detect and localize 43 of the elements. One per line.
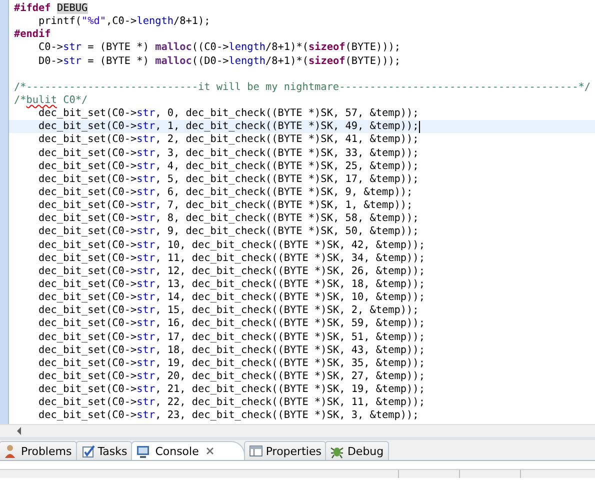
view-tab[interactable]: Problems [0, 441, 77, 460]
text-cursor [418, 120, 420, 133]
checkbox-tick-icon [80, 444, 95, 458]
view-tab[interactable]: Console [131, 441, 245, 460]
code-line: dec_bit_set(C0->str, 3, dec_bit_check((BYTE *)SK, 33, &temp)); [38, 148, 419, 159]
code-line: dec_bit_set(C0->str, 7, dec_bit_check((BYTE *)SK, 1, &temp)); [38, 200, 413, 212]
code-line: /*----------------------------it will be my nightmare---------------------------------------*/ [14, 82, 591, 93]
view-tab[interactable]: Tasks [76, 441, 132, 460]
code-line: dec_bit_set(C0->str, 9, dec_bit_check((BYTE *)SK, 50, &temp)); [38, 226, 419, 238]
table-icon [248, 444, 263, 458]
code-line: dec_bit_set(C0->str, 14, dec_bit_check((BYTE *)SK, 10, &temp)); [38, 292, 425, 304]
code-line: dec_bit_set(C0->str, 4, dec_bit_check((BYTE *)SK, 25, &temp)); [38, 160, 419, 172]
code-line: C0->str = (BYTE *) malloc((C0->length/8+1)*(sizeof(BYTE))); [38, 42, 400, 54]
code-line: dec_bit_set(C0->str, 2, dec_bit_check((BYTE *)SK, 41, &temp)); [38, 134, 419, 146]
close-icon[interactable] [206, 447, 214, 455]
code-line: dec_bit_set(C0->str, 18, dec_bit_check((BYTE *)SK, 43, &temp)); [38, 344, 425, 356]
code-line: D0->str = (BYTE *) malloc((D0->length/8+1)*(sizeof(BYTE))); [38, 56, 400, 67]
code-line: dec_bit_set(C0->str, 21, dec_bit_check((BYTE *)SK, 19, &temp)); [38, 384, 425, 396]
code-line: dec_bit_set(C0->str, 23, dec_bit_check((BYTE *)SK, 3, &temp)); [38, 410, 419, 422]
code-line: dec_bit_set(C0->str, 13, dec_bit_check((BYTE *)SK, 18, &temp)); [38, 278, 425, 290]
code-line: dec_bit_set(C0->str, 5, dec_bit_check((BYTE *)SK, 17, &temp)); [38, 174, 419, 185]
code-line: dec_bit_set(C0->str, 6, dec_bit_check((BYTE *)SK, 9, &temp)); [38, 186, 413, 198]
code-line: dec_bit_set(C0->str, 22, dec_bit_check((BYTE *)SK, 11, &temp)); [38, 397, 425, 408]
view-tab[interactable]: Properties [244, 441, 326, 460]
code-line: dec_bit_set(C0->str, 12, dec_bit_check((BYTE *)SK, 26, &temp)); [38, 266, 425, 277]
code-line: dec_bit_set(C0->str, 19, dec_bit_check((BYTE *)SK, 35, &temp)); [38, 358, 425, 369]
code-line: /*bulit C0*/ [14, 94, 88, 106]
code-line: dec_bit_set(C0->str, 17, dec_bit_check((BYTE *)SK, 51, &temp)); [38, 332, 425, 343]
scroll-left-icon[interactable] [16, 427, 22, 435]
code-line: #endif [14, 29, 51, 40]
view-tab[interactable]: Debug [325, 441, 389, 460]
code-line: printf("%d",C0->length/8+1); [38, 16, 210, 28]
code-line: dec_bit_set(C0->str, 20, dec_bit_check((BYTE *)SK, 27, &temp)); [38, 370, 425, 382]
code-line: #ifdef DEBUG [14, 3, 88, 14]
horizontal-scrollbar[interactable] [0, 424, 595, 437]
code-line: dec_bit_set(C0->str, 8, dec_bit_check((BYTE *)SK, 58, &temp)); [38, 213, 419, 224]
monitor-icon [136, 444, 150, 458]
code-line: dec_bit_set(C0->str, 0, dec_bit_check((BYTE *)SK, 57, &temp)); [38, 108, 419, 120]
code-line: dec_bit_set(C0->str, 15, dec_bit_check((BYTE *)SK, 2, &temp)); [38, 305, 419, 316]
code-line: dec_bit_set(C0->str, 11, dec_bit_check((BYTE *)SK, 34, &temp)); [38, 252, 425, 264]
code-line: dec_bit_set(C0->str, 1, dec_bit_check((BYTE *)SK, 49, &temp)); [38, 120, 419, 134]
code-line: dec_bit_set(C0->str, 10, dec_bit_check((BYTE *)SK, 42, &temp)); [38, 240, 425, 251]
code-line: dec_bit_set(C0->str, 16, dec_bit_check((BYTE *)SK, 59, &temp)); [38, 318, 425, 330]
